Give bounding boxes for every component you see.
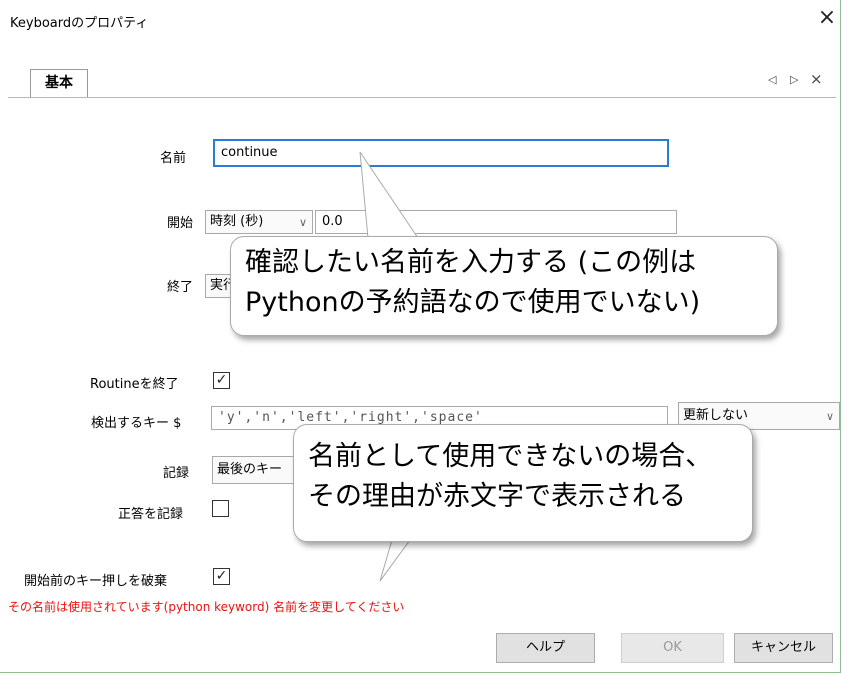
callout-line: その理由が赤文字で表示される [308, 481, 686, 512]
callout-name-hint: 確認したい名前を入力する (この例は Pythonの予約語なので使用でいない) [230, 236, 778, 336]
callout-error-hint: 名前として使用できないの場合、 その理由が赤文字で表示される [293, 424, 753, 542]
callout-line: 名前として使用できないの場合、 [308, 441, 713, 472]
callout-line: Pythonの予約語なので使用でいない) [245, 287, 701, 318]
callout-line: 確認したい名前を入力する (この例は [245, 247, 697, 278]
properties-dialog: Keyboardのプロパティ × 基本 ◁ ▷ × 名前 continue 開始… [0, 0, 841, 673]
callout-tails [359, 151, 419, 582]
